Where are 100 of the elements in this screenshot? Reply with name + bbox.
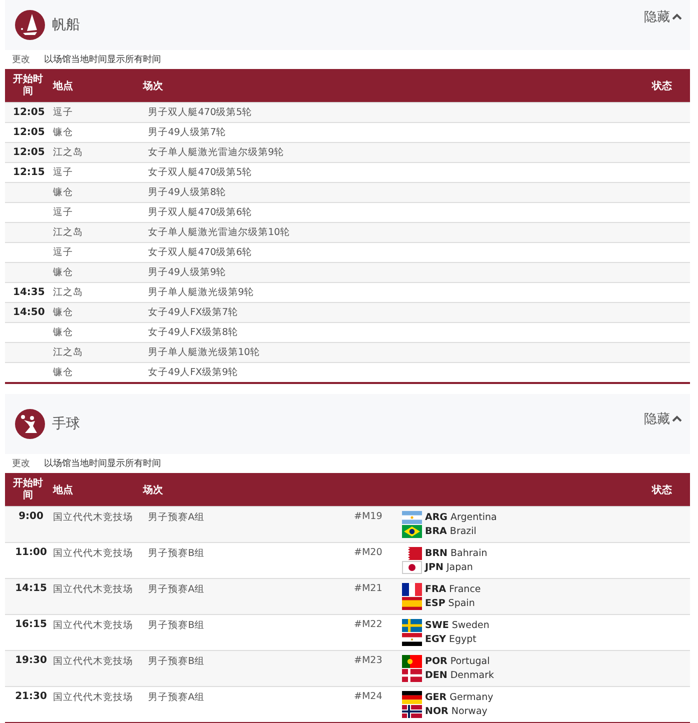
team-name: Japan xyxy=(446,562,473,573)
team-code: GER xyxy=(425,692,447,703)
event-name: 女子49人FX级第9轮 xyxy=(148,367,238,378)
change-link[interactable]: 更改 xyxy=(12,53,30,66)
column-header: 状态 xyxy=(652,484,673,496)
team-name: Germany xyxy=(450,692,494,703)
event-name: 男子预赛B组 xyxy=(148,656,205,667)
event-name: 女子49人FX级第8轮 xyxy=(148,327,238,338)
start-time: 12:15 xyxy=(13,167,45,178)
start-time: 14:15 xyxy=(15,583,47,594)
section-title: 帆船 xyxy=(52,16,80,34)
venue: 镰仓 xyxy=(53,267,73,278)
venue: 江之岛 xyxy=(53,227,83,238)
hide-toggle[interactable]: 隐藏 xyxy=(644,410,682,428)
venue: 国立代代木竞技场 xyxy=(53,512,133,523)
start-time: 11:00 xyxy=(15,547,47,558)
event-name: 男子49人级第8轮 xyxy=(148,187,226,198)
flag-icon xyxy=(402,705,422,718)
venue: 镰仓 xyxy=(53,367,73,378)
handball-player-icon xyxy=(15,409,45,439)
start-time: 9:00 xyxy=(18,511,44,522)
section-title: 手球 xyxy=(52,415,80,433)
team-code: ARG xyxy=(425,512,448,523)
start-time: 19:30 xyxy=(15,655,47,666)
venue: 江之岛 xyxy=(53,287,83,298)
flag-icon xyxy=(402,633,422,646)
venue: 国立代代木竞技场 xyxy=(53,620,133,631)
flag-icon xyxy=(402,511,422,524)
team-code: EGY xyxy=(425,634,446,645)
venue: 镰仓 xyxy=(53,327,73,338)
start-time: 16:15 xyxy=(15,619,47,630)
venue: 逗子 xyxy=(53,207,73,218)
venue: 镰仓 xyxy=(53,307,73,318)
column-header: 开始时间 xyxy=(12,478,44,502)
event-name: 男子单人艇激光级第9轮 xyxy=(148,287,254,298)
start-time: 14:50 xyxy=(13,307,45,318)
caret-up-icon xyxy=(672,13,682,21)
match-number: #M23 xyxy=(354,655,384,668)
flag-icon xyxy=(402,669,422,682)
team-name: Egypt xyxy=(448,634,476,645)
team-code: DEN xyxy=(425,670,448,681)
team-code: JPN xyxy=(425,562,444,573)
venue: 镰仓 xyxy=(53,127,73,138)
start-time: 12:05 xyxy=(13,147,45,158)
start-time: 21:30 xyxy=(15,691,47,702)
team-name: Sweden xyxy=(452,620,490,631)
flag-icon xyxy=(402,525,422,538)
match-number: #M22 xyxy=(354,619,384,632)
event-name: 男子49人级第7轮 xyxy=(148,127,226,138)
event-name: 男子预赛A组 xyxy=(148,512,204,523)
event-name: 女子单人艇激光雷迪尔级第9轮 xyxy=(148,147,284,158)
event-name: 男子双人艇470级第6轮 xyxy=(148,207,252,218)
team-code: POR xyxy=(425,656,448,667)
event-name: 男子预赛A组 xyxy=(148,692,204,703)
flag-icon xyxy=(402,583,422,596)
team-name: Portugal xyxy=(450,656,490,667)
venue: 国立代代木竞技场 xyxy=(53,584,133,595)
column-header: 状态 xyxy=(652,80,673,92)
sailboat-icon xyxy=(15,10,45,40)
team-name: Spain xyxy=(448,598,475,609)
flag-icon xyxy=(402,561,422,574)
change-link[interactable]: 更改 xyxy=(12,457,30,470)
event-name: 男子双人艇470级第5轮 xyxy=(148,107,252,118)
event-name: 女子双人艇470级第5轮 xyxy=(148,167,252,178)
match-number: #M19 xyxy=(354,511,384,524)
event-name: 女子49人FX级第7轮 xyxy=(148,307,238,318)
team-name: Denmark xyxy=(450,670,494,681)
team-name: Bahrain xyxy=(450,548,488,559)
flag-icon xyxy=(402,619,422,632)
flag-icon xyxy=(402,597,422,610)
venue: 国立代代木竞技场 xyxy=(53,692,133,703)
team-code: NOR xyxy=(425,706,448,717)
team-code: SWE xyxy=(425,620,449,631)
team-name: Norway xyxy=(451,706,488,717)
hide-toggle[interactable]: 隐藏 xyxy=(644,8,682,26)
caret-up-icon xyxy=(672,415,682,423)
team-code: ESP xyxy=(425,598,446,609)
column-header: 开始时间 xyxy=(12,74,44,98)
timezone-note: 以场馆当地时间显示所有时间 xyxy=(44,54,161,66)
flag-icon xyxy=(402,691,422,704)
start-time: 12:05 xyxy=(13,107,45,118)
team-code: FRA xyxy=(425,584,446,595)
event-name: 男子预赛A组 xyxy=(148,584,204,595)
venue: 逗子 xyxy=(53,107,73,118)
venue: 国立代代木竞技场 xyxy=(53,656,133,667)
venue: 江之岛 xyxy=(53,347,83,358)
event-name: 男子预赛B组 xyxy=(148,620,205,631)
flag-icon xyxy=(402,547,422,560)
timezone-note: 以场馆当地时间显示所有时间 xyxy=(44,458,161,470)
venue: 镰仓 xyxy=(53,187,73,198)
team-name: Argentina xyxy=(450,512,497,523)
match-number: #M24 xyxy=(354,691,384,704)
event-name: 男子49人级第9轮 xyxy=(148,267,226,278)
venue: 逗子 xyxy=(53,247,73,258)
venue: 逗子 xyxy=(53,167,73,178)
match-number: #M20 xyxy=(354,547,384,560)
column-header: 场次 xyxy=(143,80,164,92)
team-name: Brazil xyxy=(450,526,476,537)
start-time: 14:35 xyxy=(13,287,45,298)
team-code: BRN xyxy=(425,548,448,559)
